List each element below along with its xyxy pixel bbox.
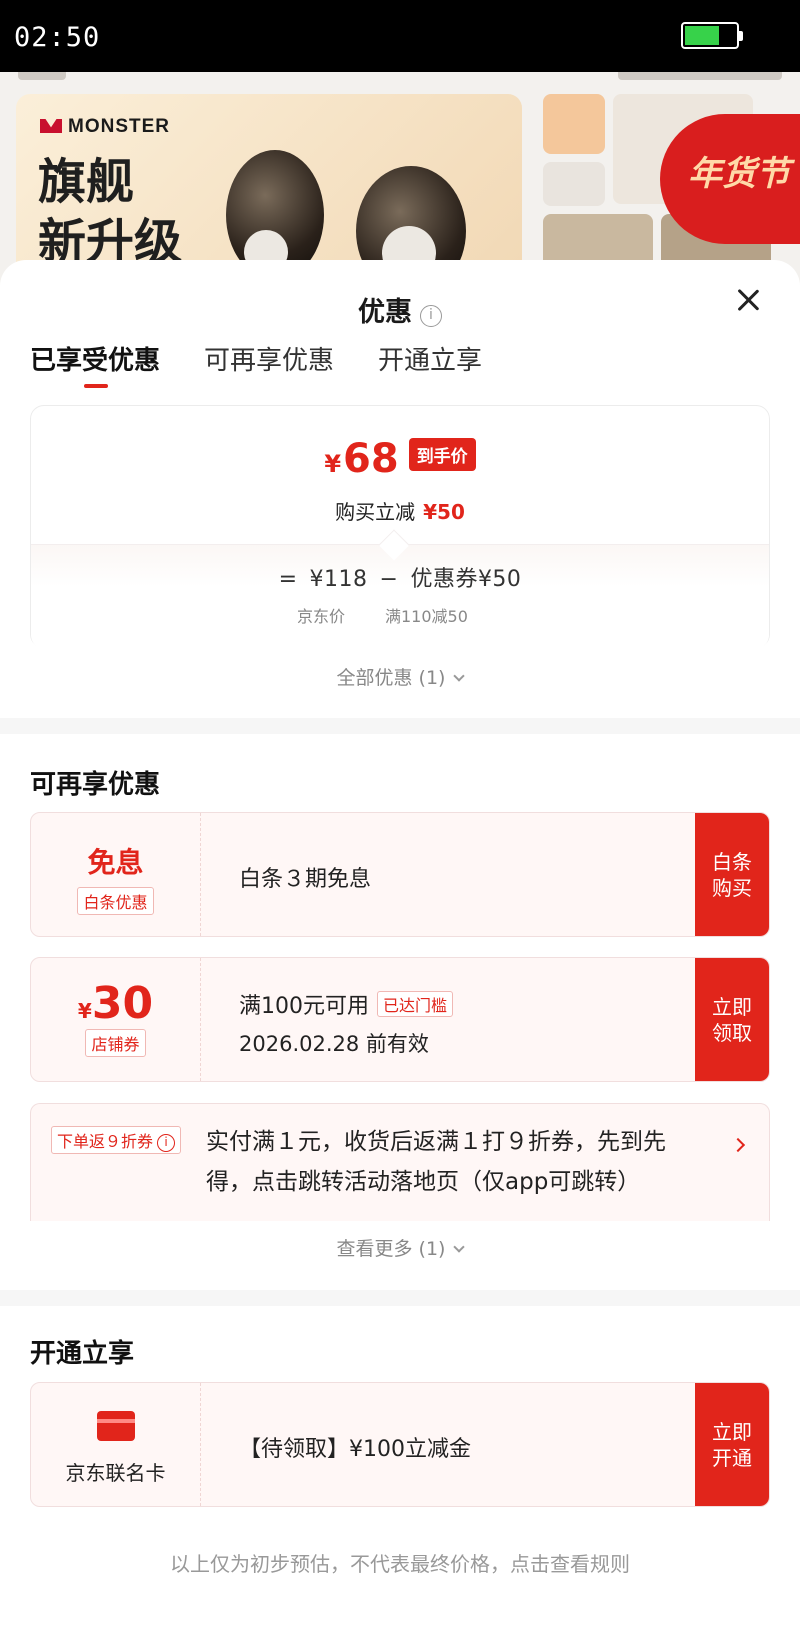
coupon-tag: 白条优惠 xyxy=(77,887,154,915)
active-tab-indicator xyxy=(84,384,108,388)
clock: 02:50 xyxy=(14,22,101,53)
all-offers-toggle[interactable]: 全部优惠 (1) xyxy=(0,663,800,690)
return-coupon-text: 实付满１元，收货后返满１打９折券，先到先得，点击跳转活动落地页（仅app可跳转） xyxy=(206,1129,666,1195)
open-card-button[interactable]: 立即 开通 xyxy=(695,1383,769,1506)
tab-enjoyed[interactable]: 已享受优惠 xyxy=(30,340,160,388)
return-coupon-card[interactable]: 下单返９折券 i 实付满１元，收货后返满１打９折券，先到先得，点击跳转活动落地页（… xyxy=(30,1103,770,1221)
coupon-description: 白条３期免息 xyxy=(239,867,372,892)
final-price: ¥68 到手价 xyxy=(31,436,769,482)
coupon-amount: ¥30 xyxy=(77,978,154,1029)
chevron-down-icon xyxy=(453,1241,466,1253)
price-formula: = ¥118− 优惠券¥50 xyxy=(278,567,522,592)
coupon-card-store: ¥30 店铺券 满100元可用 已达门槛 2026.02.28 前有效 立即 领取 xyxy=(30,957,770,1082)
offers-sheet: 优惠 i 已享受优惠 可再享优惠 开通立享 ¥68 到手价 购买立减 ¥50 = ¥11… xyxy=(0,260,800,1648)
coupon-condition: 满100元可用 已达门槛 xyxy=(239,988,454,1020)
baitiao-buy-button[interactable]: 白条 购买 xyxy=(695,813,769,936)
threshold-met-tag: 已达门槛 xyxy=(377,991,454,1017)
card-name: 京东联名卡 xyxy=(65,1461,166,1485)
tab-open-now[interactable]: 开通立享 xyxy=(378,340,482,377)
claim-coupon-button[interactable]: 立即 领取 xyxy=(695,958,769,1081)
offer-description: 【待领取】¥100立减金 xyxy=(239,1437,471,1462)
base-price-label: 京东价 xyxy=(297,607,346,626)
price-breakdown-card: ¥68 到手价 购买立减 ¥50 = ¥118− 优惠券¥50 京东价 满110减50 xyxy=(30,405,770,649)
coupon-title: 免息 xyxy=(87,846,144,879)
coupon-expiry: 2026.02.28 前有效 xyxy=(239,1032,429,1056)
status-bar: 02:50 xyxy=(0,0,800,72)
info-icon[interactable]: i xyxy=(420,305,442,327)
coupon-tag: 店铺券 xyxy=(85,1029,146,1057)
coupon-card-installment: 免息 白条优惠 白条３期免息 白条 购买 xyxy=(30,812,770,937)
section-title-open-now: 开通立享 xyxy=(30,1339,135,1369)
promo-badge: 年货节 xyxy=(660,114,800,244)
discount-summary: 购买立减 ¥50 xyxy=(335,500,465,524)
close-icon[interactable] xyxy=(728,280,768,320)
sheet-title: 优惠 i xyxy=(0,290,800,329)
coupon-condition: 满110减50 xyxy=(385,607,468,626)
tab-more-available[interactable]: 可再享优惠 xyxy=(204,340,334,377)
banner-headline: 旗舰 新升级 xyxy=(38,154,183,270)
credit-card-icon xyxy=(96,1411,135,1441)
chevron-right-icon xyxy=(730,1137,746,1153)
final-price-badge: 到手价 xyxy=(408,438,476,471)
section-title-more-offers: 可再享优惠 xyxy=(30,770,161,800)
see-more-toggle[interactable]: 查看更多 (1) xyxy=(0,1234,800,1261)
battery-icon xyxy=(681,22,743,49)
brand-logo: MONSTER xyxy=(40,116,170,138)
chevron-down-icon xyxy=(453,670,466,682)
disclaimer-link[interactable]: 以上仅为初步预估，不代表最终价格，点击查看规则 xyxy=(0,1548,800,1577)
cobrand-card-offer: 京东联名卡 【待领取】¥100立减金 立即 开通 xyxy=(30,1382,770,1507)
return-coupon-tag: 下单返９折券 i xyxy=(51,1126,182,1154)
info-icon: i xyxy=(157,1134,176,1152)
